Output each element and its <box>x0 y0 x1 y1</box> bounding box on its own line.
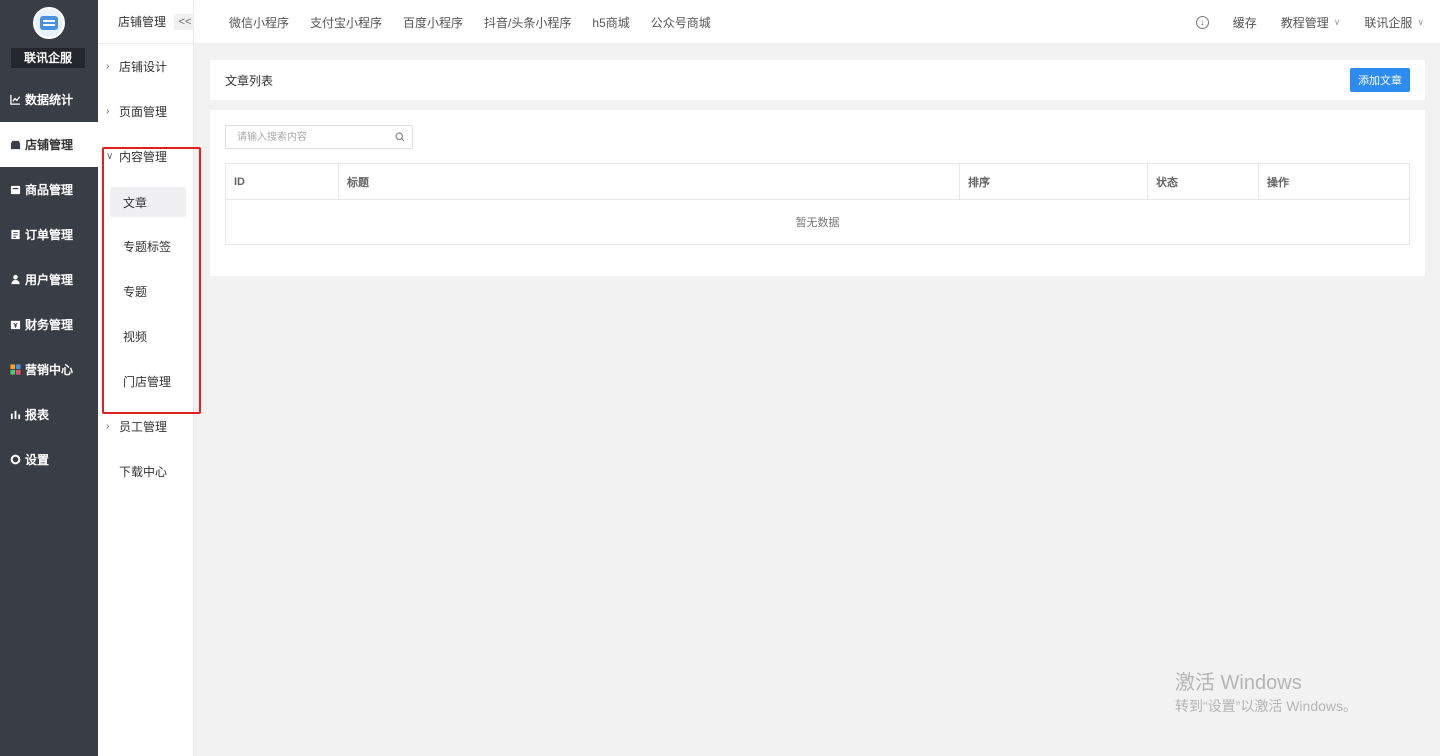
chevron-right-icon: › <box>106 421 110 432</box>
submenu-group-label: 店铺设计 <box>119 60 168 74</box>
column-header-sort[interactable]: 排序 <box>959 163 1148 200</box>
chevron-right-icon: › <box>106 61 110 72</box>
add-article-button[interactable]: 添加文章 <box>1350 68 1410 92</box>
submenu-group-label: 员工管理 <box>119 420 168 434</box>
brand-name: 联讯企服 <box>11 48 85 68</box>
table-row: 暂无数据 <box>225 199 1410 245</box>
table-header-row: ID 标题 排序 状态 操作 <box>225 163 1410 200</box>
store-icon <box>9 139 21 151</box>
chevron-down-icon: ∨ <box>1417 16 1424 27</box>
submenu-group-staff-management[interactable]: › 员工管理 <box>98 404 193 449</box>
sidebar-item-label: 数据统计 <box>25 93 74 107</box>
sidebar-item-label: 营销中心 <box>25 363 74 377</box>
account-label: 联讯企服 <box>1364 15 1413 30</box>
sidebar-item-settings[interactable]: 设置 <box>0 437 98 482</box>
tab-official-account-mall[interactable]: 公众号商城 <box>651 14 711 31</box>
store-submenu: 店铺管理 << › 店铺设计 › 页面管理 ∨ 内容管理 文章 专题标签 专题 … <box>98 0 196 756</box>
sidebar-item-store[interactable]: 店铺管理 <box>0 122 98 167</box>
sidebar-item-label: 店铺管理 <box>25 138 74 152</box>
platform-tabs: 微信小程序 支付宝小程序 百度小程序 抖音/头条小程序 h5商城 公众号商城 <box>229 0 732 44</box>
order-icon <box>9 229 21 241</box>
download-button[interactable]: ↓ <box>1195 15 1209 29</box>
search-box <box>225 125 413 149</box>
windows-activation-watermark: 激活 Windows 转到“设置”以激活 Windows。 <box>1175 671 1357 717</box>
tab-wechat-mini[interactable]: 微信小程序 <box>229 14 289 31</box>
marketing-icon <box>9 364 21 376</box>
tab-baidu-mini[interactable]: 百度小程序 <box>403 14 463 31</box>
tab-alipay-mini[interactable]: 支付宝小程序 <box>310 14 382 31</box>
goods-icon <box>9 184 21 196</box>
page-title: 文章列表 <box>225 73 274 88</box>
submenu-group-page-management[interactable]: › 页面管理 <box>98 89 193 134</box>
top-bar: 微信小程序 支付宝小程序 百度小程序 抖音/头条小程序 h5商城 公众号商城 ↓… <box>194 0 1440 44</box>
sidebar-item-orders[interactable]: 订单管理 <box>0 212 98 257</box>
sidebar-item-statistics[interactable]: 数据统计 <box>0 77 98 122</box>
main-content: 文章列表 添加文章 ID 标题 排序 状态 操作 暂无数据 <box>210 60 1425 276</box>
tutorial-dropdown[interactable]: 教程管理 ∨ <box>1281 14 1341 31</box>
settings-icon <box>9 454 21 466</box>
chevron-right-icon: › <box>106 106 110 117</box>
submenu-group-store-design[interactable]: › 店铺设计 <box>98 44 193 89</box>
column-header-title[interactable]: 标题 <box>338 163 960 200</box>
search-icon[interactable] <box>395 132 405 142</box>
search-input[interactable] <box>226 126 412 148</box>
main-sidebar: 联讯企服 数据统计 店铺管理 商品管理 订单管理 用户管理 财务管理 营销中心 <box>0 0 98 756</box>
sidebar-item-label: 订单管理 <box>25 228 74 242</box>
submenu-item-videos[interactable]: 视频 <box>98 314 193 359</box>
top-right-actions: ↓ 缓存 教程管理 ∨ 联讯企服 ∨ <box>1172 0 1424 44</box>
cache-button[interactable]: 缓存 <box>1233 14 1257 31</box>
submenu-item-topics[interactable]: 专题 <box>98 269 193 314</box>
sidebar-item-finance[interactable]: 财务管理 <box>0 302 98 347</box>
sidebar-item-label: 财务管理 <box>25 318 74 332</box>
watermark-subtitle: 转到“设置”以激活 Windows。 <box>1175 698 1358 714</box>
submenu-group-label: 下载中心 <box>119 465 168 479</box>
sidebar-item-label: 设置 <box>25 453 50 467</box>
empty-state-text: 暂无数据 <box>225 199 1410 245</box>
column-header-status[interactable]: 状态 <box>1147 163 1259 200</box>
column-header-actions: 操作 <box>1258 163 1410 200</box>
sidebar-item-label: 商品管理 <box>25 183 74 197</box>
watermark-title: 激活 Windows <box>1175 672 1302 694</box>
sidebar-item-reports[interactable]: 报表 <box>0 392 98 437</box>
submenu-group-label: 页面管理 <box>119 105 168 119</box>
sidebar-item-label: 报表 <box>25 408 50 422</box>
finance-icon <box>9 319 21 331</box>
sidebar-item-goods[interactable]: 商品管理 <box>0 167 98 212</box>
brand-logo-icon[interactable] <box>33 7 65 39</box>
submenu-item-articles[interactable]: 文章 <box>110 187 186 217</box>
tab-h5-mall[interactable]: h5商城 <box>592 14 629 31</box>
article-table-card: ID 标题 排序 状态 操作 暂无数据 <box>210 110 1425 276</box>
column-header-id[interactable]: ID <box>225 163 339 200</box>
submenu-group-download-center[interactable]: 下载中心 <box>98 449 193 494</box>
article-table: ID 标题 排序 状态 操作 暂无数据 <box>225 163 1410 245</box>
sidebar-item-users[interactable]: 用户管理 <box>0 257 98 302</box>
submenu-group-content-management[interactable]: ∨ 内容管理 <box>98 134 193 179</box>
tutorial-label: 教程管理 <box>1280 15 1329 30</box>
sidebar-item-marketing[interactable]: 营销中心 <box>0 347 98 392</box>
sidebar-item-label: 用户管理 <box>25 273 74 287</box>
chevron-down-icon: ∨ <box>1333 16 1341 27</box>
submenu-item-stores[interactable]: 门店管理 <box>98 359 193 404</box>
submenu-group-label: 内容管理 <box>119 150 168 164</box>
page-header-card: 文章列表 添加文章 <box>210 60 1425 100</box>
download-icon: ↓ <box>1195 15 1209 29</box>
sidebar-menu: 数据统计 店铺管理 商品管理 订单管理 用户管理 财务管理 营销中心 报表 设置 <box>0 77 98 482</box>
user-icon <box>9 274 21 286</box>
chevron-down-icon: ∨ <box>106 151 114 162</box>
submenu-item-topic-tags[interactable]: 专题标签 <box>98 224 193 269</box>
collapse-button[interactable]: << <box>174 14 196 30</box>
line-chart-icon <box>9 94 21 106</box>
report-icon <box>9 409 21 421</box>
tab-douyin-mini[interactable]: 抖音/头条小程序 <box>484 14 571 31</box>
account-dropdown[interactable]: 联讯企服 ∨ <box>1364 14 1424 31</box>
